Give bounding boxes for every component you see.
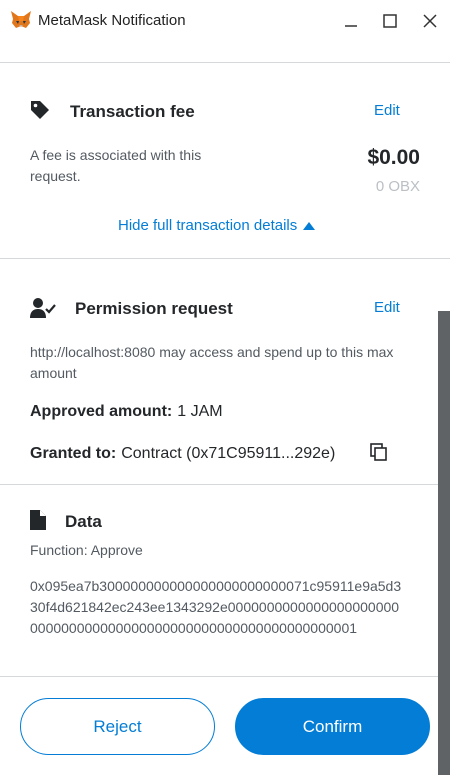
window-title: MetaMask Notification bbox=[38, 12, 186, 29]
divider bbox=[0, 484, 450, 485]
metamask-fox-icon bbox=[11, 11, 31, 28]
fee-edit-link[interactable]: Edit bbox=[374, 102, 400, 119]
confirm-button[interactable]: Confirm bbox=[235, 698, 430, 755]
minimize-button[interactable] bbox=[338, 8, 364, 34]
divider bbox=[0, 676, 438, 677]
copy-icon[interactable] bbox=[370, 443, 388, 461]
function-name: Function: Approve bbox=[30, 542, 143, 558]
hide-details-label: Hide full transaction details bbox=[118, 217, 298, 234]
granted-to-value: Contract (0x71C95911...292e) bbox=[121, 445, 336, 462]
approved-amount-label: Approved amount: bbox=[30, 403, 173, 420]
permission-section-title: Permission request bbox=[75, 299, 233, 318]
maximize-icon bbox=[383, 14, 397, 28]
granted-to-label: Granted to: bbox=[30, 445, 117, 462]
maximize-button[interactable] bbox=[377, 8, 403, 34]
approved-amount-row: Approved amount: 1 JAM bbox=[30, 403, 223, 421]
fee-section-title: Transaction fee bbox=[70, 102, 195, 121]
permission-description: http://localhost:8080 may access and spe… bbox=[30, 344, 394, 381]
fee-description: A fee is associated with this request. bbox=[30, 147, 202, 184]
caret-up-icon bbox=[303, 221, 316, 230]
divider bbox=[0, 258, 450, 259]
hide-details-toggle[interactable]: Hide full transaction details bbox=[118, 217, 316, 234]
reject-button[interactable]: Reject bbox=[20, 698, 215, 755]
permission-edit-link[interactable]: Edit bbox=[374, 299, 400, 316]
close-icon bbox=[423, 14, 437, 28]
close-button[interactable] bbox=[417, 8, 443, 34]
user-check-icon bbox=[30, 298, 56, 318]
window-titlebar: MetaMask Notification bbox=[0, 0, 450, 42]
divider bbox=[0, 62, 450, 63]
scrollbar-thumb[interactable] bbox=[438, 311, 450, 775]
fee-amount-usd: $0.00 bbox=[367, 146, 420, 169]
fee-amount-token: 0 OBX bbox=[375, 178, 420, 195]
approved-amount-value: 1 JAM bbox=[177, 403, 223, 420]
document-icon bbox=[30, 510, 46, 530]
data-section-title: Data bbox=[65, 512, 102, 531]
minimize-icon bbox=[345, 25, 357, 27]
price-tag-icon bbox=[31, 101, 49, 119]
granted-to-row: Granted to: Contract (0x71C95911...292e) bbox=[30, 445, 335, 463]
hex-data: 0x095ea7b300000000000000000000000071c959… bbox=[30, 578, 402, 636]
